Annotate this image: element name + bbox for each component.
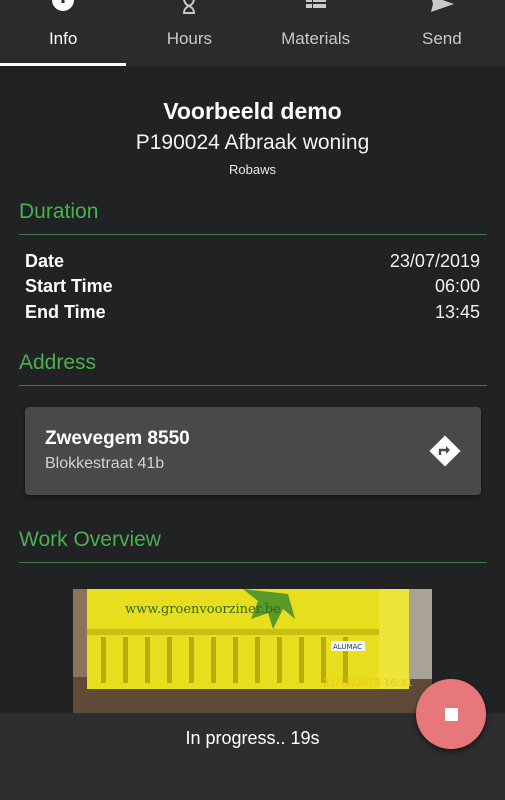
job-name: Voorbeeld demo: [163, 98, 342, 124]
tab-info-label: Info: [48, 29, 78, 48]
send-icon: [430, 0, 454, 12]
address-street: Blokkestraat 41b: [45, 455, 165, 472]
end-time-label: End Time: [25, 302, 106, 322]
tab-bar: Info Hours Materials Send: [0, 0, 505, 66]
directions-icon[interactable]: [429, 435, 461, 467]
tab-materials-label: Materials: [281, 29, 351, 48]
work-photo[interactable]: www.groenvoorziner.be ALUMAC 21/12/2018 …: [73, 589, 432, 713]
date-value: 23/07/2019: [389, 251, 480, 271]
photo-timestamp: 21/12/2018 16:31: [323, 678, 413, 689]
start-time-label: Start Time: [25, 276, 113, 296]
app-screen: Info Hours Materials Send Voorbeeld demo…: [0, 0, 505, 800]
end-time-row: End Time 13:45: [25, 300, 480, 325]
address-section-title: Address: [19, 349, 487, 386]
hourglass-icon: [183, 0, 196, 14]
start-time-row: Start Time 06:00: [25, 274, 480, 299]
client-name: Robaws: [229, 162, 276, 177]
tab-hours-label: Hours: [166, 29, 213, 48]
address-city: Zwevegem 8550: [45, 428, 190, 449]
job-header: Voorbeeld demo P190024 Afbraak woning Ro…: [0, 96, 505, 177]
date-label: Date: [25, 251, 65, 271]
stop-icon: [445, 708, 458, 721]
date-row: Date 23/07/2019: [25, 249, 480, 274]
container-photo-image: www.groenvoorziner.be ALUMAC 21/12/2018 …: [73, 589, 432, 713]
grid-icon: [305, 0, 326, 8]
photo-brand-text: ALUMAC: [333, 643, 362, 651]
start-time-value: 06:00: [434, 276, 480, 296]
work-overview-section-title: Work Overview: [19, 526, 487, 563]
end-time-value: 13:45: [434, 302, 480, 322]
tab-materials[interactable]: Materials: [253, 0, 379, 66]
project-title: P190024 Afbraak woning: [135, 131, 370, 154]
tab-send-label: Send: [422, 29, 462, 48]
stop-button[interactable]: [416, 679, 486, 749]
photo-website-text: www.groenvoorziner.be: [125, 602, 281, 617]
duration-section-title: Duration: [19, 198, 487, 235]
tab-send[interactable]: Send: [379, 0, 505, 66]
tab-info[interactable]: Info: [0, 0, 127, 66]
tab-hours[interactable]: Hours: [126, 0, 252, 66]
address-card[interactable]: Zwevegem 8550 Blokkestraat 41b: [25, 407, 481, 495]
info-icon: [52, 0, 75, 11]
